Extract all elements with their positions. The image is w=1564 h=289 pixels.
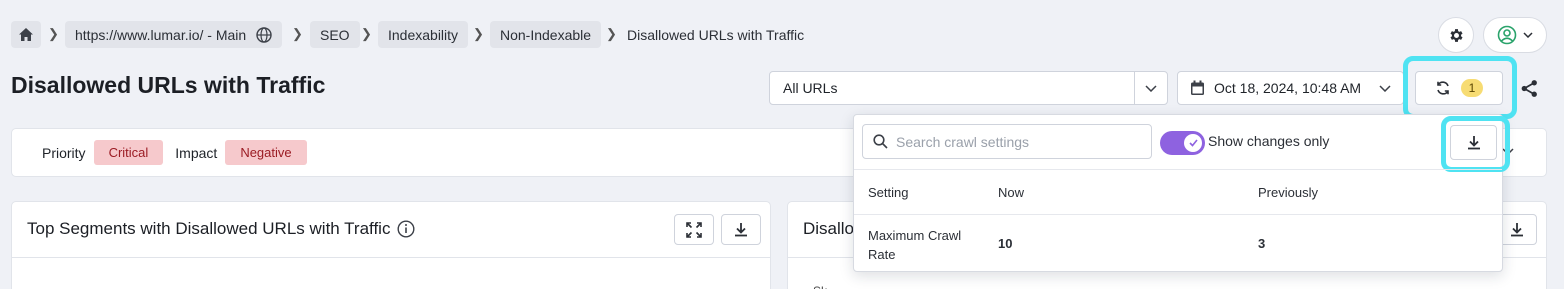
column-header-setting[interactable]: Setting [868, 185, 908, 200]
download-icon [735, 223, 747, 237]
crawl-settings-changes-popover: Search crawl settings Show changes only … [853, 114, 1510, 272]
breadcrumb-separator: ❯ [292, 26, 303, 41]
breadcrumb-home[interactable] [11, 21, 41, 48]
share-icon [1521, 79, 1537, 97]
search-placeholder: Search crawl settings [896, 133, 1030, 150]
table-row: Maximum Crawl Rate 10 3 [854, 215, 1502, 271]
segment-select-toggle[interactable] [1134, 72, 1167, 104]
home-icon [19, 28, 33, 41]
priority-label: Priority [42, 144, 86, 161]
breadcrumb-separator: ❯ [48, 26, 59, 41]
download-icon [1511, 223, 1523, 237]
changes-count-badge: 1 [1460, 79, 1484, 97]
breadcrumb-label: SEO [320, 26, 350, 43]
top-segments-card: Top Segments with Disallowed URLs with T… [11, 201, 771, 289]
user-menu-button[interactable] [1483, 17, 1547, 53]
card-title: Top Segments with Disallowed URLs with T… [27, 219, 391, 238]
priority-badge: Critical [93, 140, 164, 165]
crawl-changes-button[interactable]: 1 [1415, 71, 1503, 105]
breadcrumb-separator: ❯ [606, 26, 617, 41]
download-button[interactable] [721, 214, 761, 245]
crawl-date-value: Oct 18, 2024, 10:48 AM [1214, 80, 1362, 96]
impact-badge: Negative [225, 140, 307, 165]
breadcrumb-current: Disallowed URLs with Traffic [627, 26, 805, 43]
info-icon[interactable] [397, 220, 415, 238]
chevron-down-icon [1379, 84, 1391, 92]
page-title: Disallowed URLs with Traffic [11, 72, 326, 98]
breadcrumb-item-non-indexable[interactable]: Non-Indexable [490, 21, 602, 48]
share-button[interactable] [1517, 76, 1541, 100]
setting-now-value: 10 [998, 236, 1013, 251]
card-title: Disallo [803, 219, 855, 238]
download-changes-button[interactable] [1450, 125, 1497, 160]
settings-button[interactable] [1438, 17, 1474, 53]
expand-icon [686, 221, 702, 238]
breadcrumb-label: Indexability [388, 26, 459, 43]
setting-previous-value: 3 [1258, 236, 1266, 251]
column-header-now[interactable]: Now [998, 185, 1024, 200]
breadcrumb-item-seo[interactable]: SEO [310, 21, 360, 48]
chevron-down-icon [1145, 84, 1157, 92]
download-button[interactable] [1497, 214, 1537, 245]
search-icon [873, 134, 888, 149]
crawl-settings-search[interactable]: Search crawl settings [862, 124, 1152, 159]
crawl-date-select[interactable]: Oct 18, 2024, 10:48 AM [1177, 71, 1404, 105]
segment-select[interactable]: All URLs [769, 71, 1168, 105]
divider [12, 257, 770, 258]
show-changes-toggle[interactable] [1160, 131, 1205, 155]
toggle-knob [1184, 134, 1202, 152]
column-header-previously[interactable]: Previously [1258, 185, 1318, 200]
breadcrumb-item-project[interactable]: https://www.lumar.io/ - Main [65, 21, 283, 48]
breadcrumb-separator: ❯ [473, 26, 484, 41]
gear-icon [1449, 28, 1463, 42]
sync-icon [1436, 81, 1449, 95]
setting-name: Maximum Crawl Rate [868, 228, 962, 262]
breadcrumb-item-indexability[interactable]: Indexability [378, 21, 469, 48]
download-icon [1467, 136, 1480, 150]
calendar-icon [1191, 80, 1204, 95]
segment-select-value: All URLs [783, 80, 838, 96]
breadcrumb-label: Non-Indexable [500, 26, 592, 43]
globe-icon [256, 26, 272, 43]
user-avatar-icon [1497, 25, 1517, 45]
axis-label-fragment: Sk [813, 284, 827, 289]
show-changes-label: Show changes only [1208, 133, 1330, 149]
breadcrumb-label: https://www.lumar.io/ - Main [75, 26, 247, 43]
chevron-down-icon [1523, 32, 1533, 38]
impact-label: Impact [175, 144, 218, 161]
breadcrumb-separator: ❯ [361, 26, 372, 41]
check-icon [1188, 139, 1198, 147]
divider [854, 169, 1502, 170]
expand-button[interactable] [674, 214, 714, 245]
